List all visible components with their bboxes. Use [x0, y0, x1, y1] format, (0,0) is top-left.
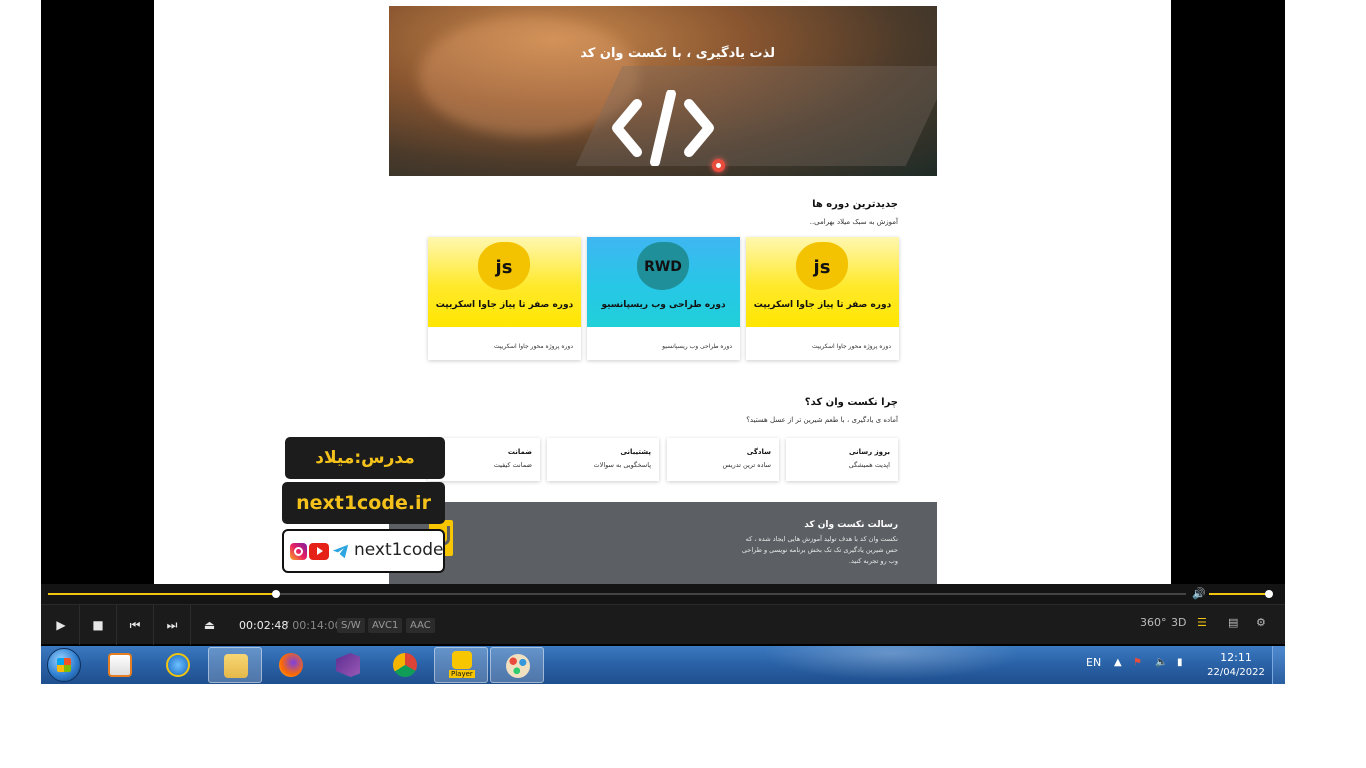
- course-card[interactable]: js دوره صفر تا پیاز جاوا اسکریپت دوره پر…: [428, 237, 581, 360]
- taskbar-item-chrome[interactable]: [378, 647, 432, 683]
- website-badge: next1code.ir: [282, 482, 445, 524]
- hero-title: لذت یادگیری ، با نکست وان کد: [580, 46, 775, 61]
- internet-explorer-icon: [166, 653, 190, 677]
- course-card[interactable]: js دوره صفر تا پیاز جاوا اسکریپت دوره پر…: [746, 237, 899, 360]
- potplayer-icon: [452, 651, 472, 669]
- paint-icon: [506, 654, 530, 678]
- course-desc: دوره پروژه محور جاوا اسکریپت: [493, 343, 573, 350]
- why-subtitle: آماده ی یادگیری ، با طعم شیرین تر از عسل…: [746, 416, 898, 424]
- chrome-icon: [393, 653, 417, 677]
- code-brackets-icon: [612, 90, 714, 166]
- total-time: / 00:14:00: [285, 619, 342, 632]
- taskbar-item-ie[interactable]: [151, 647, 205, 683]
- taskbar-item-visual-studio[interactable]: [321, 647, 375, 683]
- potplayer-label: Player: [449, 670, 475, 678]
- instagram-icon: [290, 543, 307, 560]
- taskbar-item-explorer[interactable]: [208, 647, 262, 683]
- seek-progress: [48, 593, 276, 595]
- gear-icon[interactable]: ⚙: [1256, 616, 1266, 629]
- next-button[interactable]: ⏭: [154, 605, 191, 645]
- course-desc: دوره طراحی وب ریسپانسیو: [662, 343, 732, 350]
- course-thumb-title: دوره صفر تا پیاز جاوا اسکریپت: [753, 300, 892, 310]
- previous-button[interactable]: ⏮: [117, 605, 154, 645]
- codec-tag: S/W: [337, 618, 365, 633]
- volume-icon[interactable]: 🔊: [1192, 587, 1206, 600]
- volume-handle[interactable]: [1265, 590, 1273, 598]
- feature-card: سادگی ساده ترین تدریس: [667, 438, 779, 481]
- why-title: چرا نکست وان کد؟: [804, 397, 898, 408]
- taskbar-item-firefox[interactable]: [264, 647, 318, 683]
- course-badge: js: [813, 257, 831, 278]
- teacher-badge: مدرس:میلاد بهرامی: [285, 437, 445, 510]
- youtube-icon: [309, 543, 329, 560]
- playlist-icon[interactable]: ☰: [1197, 616, 1207, 629]
- seek-bar-area: 🔊: [41, 584, 1285, 604]
- codec-tag: AAC: [406, 618, 435, 633]
- show-desktop-button[interactable]: [1272, 646, 1285, 684]
- volume-slider[interactable]: [1209, 590, 1273, 598]
- show-hidden-icons-icon[interactable]: ▲: [1114, 657, 1122, 668]
- latest-courses-subtitle: آموزش به سبک میلاد بهرامی..: [809, 218, 898, 226]
- telegram-icon: [332, 544, 349, 559]
- chapter-icon[interactable]: ▤: [1228, 616, 1238, 629]
- firefox-icon: [279, 653, 303, 677]
- feature-card: پشتیبانی پاسخگویی به سوالات: [547, 438, 659, 481]
- site-footer: رسالت نکست وان کد نکست وان کد با هدف تول…: [389, 502, 937, 584]
- course-badge: js: [495, 257, 513, 278]
- eject-button[interactable]: ⏏: [191, 605, 228, 645]
- record-indicator-icon: [712, 159, 725, 172]
- vr-360-icon[interactable]: 360°: [1140, 616, 1167, 629]
- social-handle: next1code: [354, 540, 444, 560]
- taskbar-item-mpc[interactable]: [93, 647, 147, 683]
- taskbar-item-potplayer[interactable]: Player: [434, 647, 488, 683]
- current-time: 00:02:48: [239, 619, 289, 632]
- speaker-icon[interactable]: 🔈: [1155, 657, 1167, 668]
- course-desc: دوره پروژه محور جاوا اسکریپت: [811, 343, 891, 350]
- footer-title: رسالت نکست وان کد: [804, 520, 898, 530]
- feature-card: بروز رسانی اپدیت همیشگی: [786, 438, 898, 481]
- network-signal-icon[interactable]: ▮: [1177, 657, 1183, 668]
- taskbar: Player EN ▲ ⚑ 🔈 ▮ 12:11 22/04/2022: [41, 646, 1285, 684]
- 3d-icon[interactable]: 3D: [1171, 616, 1186, 629]
- volume-level: [1209, 593, 1269, 595]
- hero-banner: لذت یادگیری ، با نکست وان کد: [389, 6, 937, 176]
- course-card[interactable]: RWD دوره طراحی وب ریسپانسیو دوره طراحی و…: [587, 237, 740, 360]
- video-frame[interactable]: لذت یادگیری ، با نکست وان کد جدیدترین دو…: [154, 0, 1171, 584]
- visual-studio-icon: [336, 653, 360, 677]
- taskbar-item-paint[interactable]: [490, 647, 544, 683]
- website-preview: لذت یادگیری ، با نکست وان کد جدیدترین دو…: [389, 6, 937, 584]
- file-explorer-icon: [224, 654, 248, 678]
- latest-courses-title: جدیدترین دوره ها: [812, 199, 898, 210]
- course-badge: RWD: [644, 259, 682, 275]
- player-controls: ▶ ■ ⏮ ⏭ ⏏ 00:02:48 / 00:14:00 S/W AVC1 A…: [41, 604, 1285, 645]
- action-center-icon[interactable]: ⚑: [1133, 657, 1142, 668]
- start-button[interactable]: [47, 648, 81, 682]
- media-player-classic-icon: [108, 653, 132, 677]
- social-badge: next1code: [282, 529, 445, 573]
- clock-date[interactable]: 22/04/2022: [1203, 667, 1269, 678]
- stop-button[interactable]: ■: [80, 605, 117, 645]
- codec-tag: AVC1: [368, 618, 403, 633]
- clock-time[interactable]: 12:11: [1211, 651, 1261, 664]
- seek-handle[interactable]: [271, 590, 280, 598]
- screen: لذت یادگیری ، با نکست وان کد جدیدترین دو…: [41, 0, 1285, 684]
- play-button[interactable]: ▶: [43, 605, 80, 645]
- course-thumb-title: دوره صفر تا پیاز جاوا اسکریپت: [435, 300, 574, 310]
- course-thumb-title: دوره طراحی وب ریسپانسیو: [601, 300, 726, 310]
- language-indicator[interactable]: EN: [1086, 656, 1101, 669]
- seek-bar[interactable]: [48, 590, 1186, 598]
